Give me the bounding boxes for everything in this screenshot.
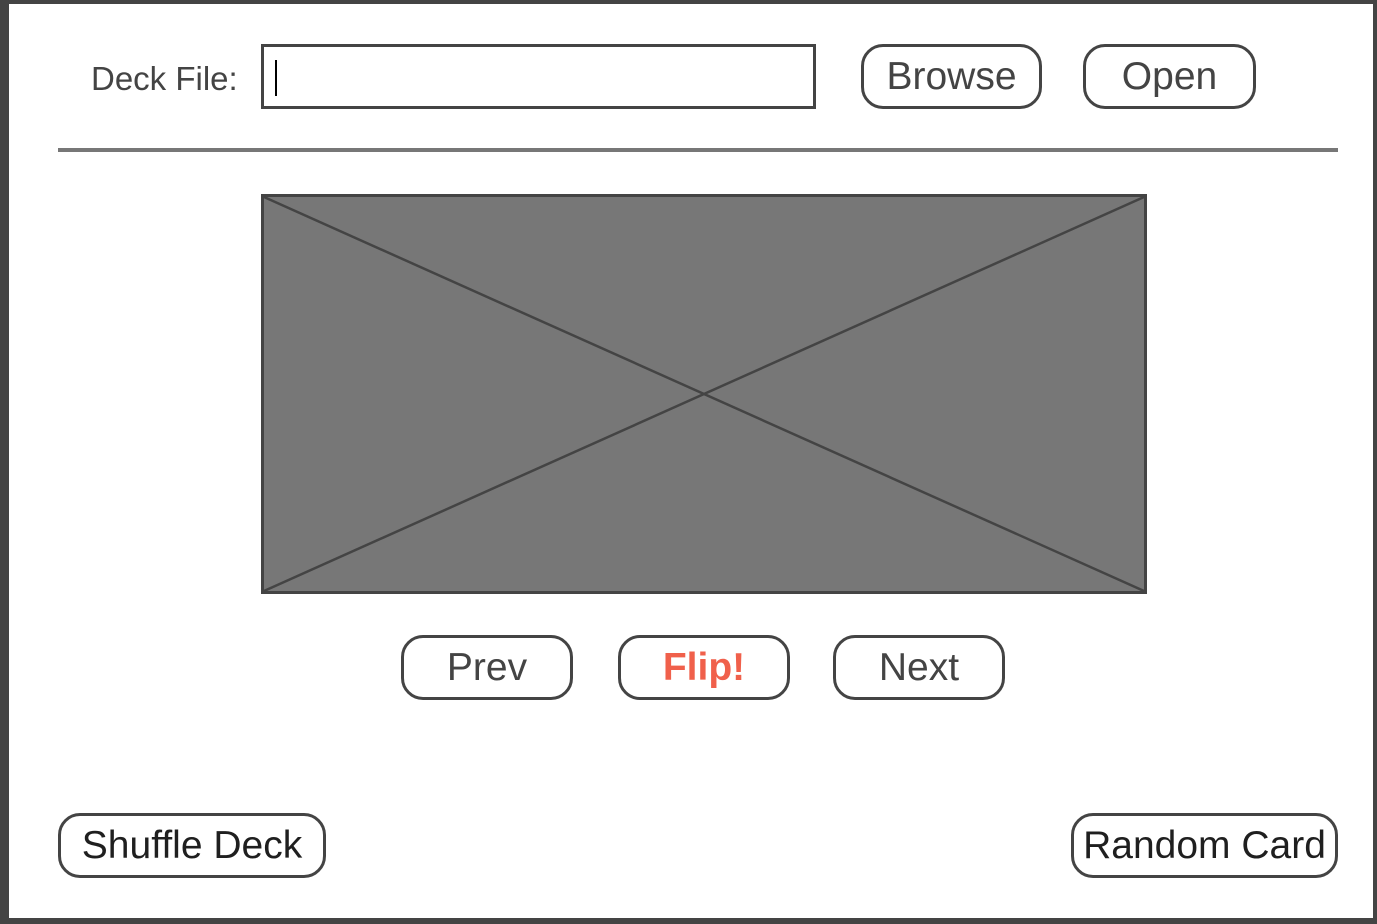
text-caret [275, 60, 277, 96]
deck-file-input[interactable] [264, 47, 813, 106]
app-window: Deck File: Browse Open Prev Flip! Next S… [0, 0, 1377, 924]
flip-button[interactable]: Flip! [618, 635, 790, 700]
shuffle-deck-button[interactable]: Shuffle Deck [58, 813, 326, 878]
header-divider [58, 148, 1338, 152]
browse-button[interactable]: Browse [861, 44, 1042, 109]
next-button[interactable]: Next [833, 635, 1005, 700]
prev-button[interactable]: Prev [401, 635, 573, 700]
card-image-placeholder [261, 194, 1147, 594]
deck-file-label: Deck File: [91, 60, 238, 97]
open-button[interactable]: Open [1083, 44, 1256, 109]
random-card-button[interactable]: Random Card [1071, 813, 1338, 878]
deck-file-field[interactable] [261, 44, 816, 109]
